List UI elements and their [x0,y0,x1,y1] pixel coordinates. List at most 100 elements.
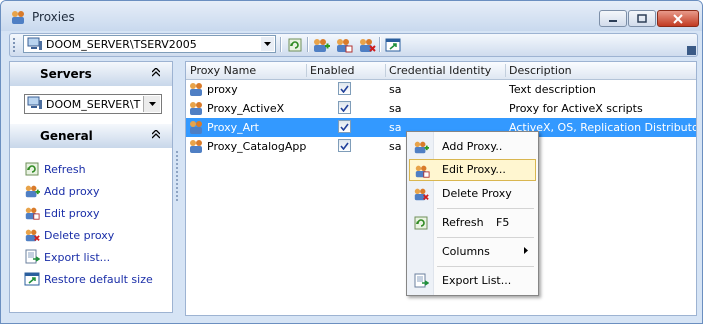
menu-separator [437,266,534,267]
export-list-icon [414,273,429,288]
context-menu: Add Proxy.. Edit Proxy... Delete Proxy R… [406,131,539,296]
column-header-proxy-name[interactable]: Proxy Name [190,64,256,77]
edit-proxy-icon [415,165,430,178]
action-label: Refresh [44,162,86,176]
delete-proxy-icon [360,38,376,52]
general-section-header[interactable]: General [10,124,172,148]
refresh-icon [414,216,428,230]
enabled-checkbox[interactable] [338,120,351,133]
action-label: Edit proxy [44,206,100,220]
window-title: Proxies [32,10,75,24]
column-header-description[interactable]: Description [509,64,572,77]
server-select[interactable]: DOOM_SERVER\T [24,94,162,114]
column-divider[interactable] [505,64,506,77]
restore-size-icon [24,272,40,286]
servers-section-header[interactable]: Servers [10,62,172,86]
delete-proxy-icon [414,188,429,201]
general-header-label: General [40,129,93,143]
enabled-checkbox[interactable] [338,82,351,95]
menu-item-refresh[interactable]: Refresh F5 [409,212,536,234]
menu-item-add-proxy[interactable]: Add Proxy.. [409,136,536,158]
toolbar-delete-proxy-button[interactable] [357,35,377,54]
enabled-checkbox[interactable] [338,101,351,114]
cell-credential-identity: sa [389,140,402,153]
table-row[interactable]: proxy sa Text description [186,80,696,99]
column-header-credential-identity[interactable]: Credential Identity [389,64,491,77]
toolbar-add-proxy-button[interactable] [311,35,331,54]
proxies-app-icon [12,11,24,24]
action-label: Delete proxy [44,228,115,242]
toolbar-edit-proxy-button[interactable] [334,35,354,54]
proxies-window: Proxies DOOM_SERVER\TSERV2005 Servers DO… [0,0,703,324]
table-row[interactable]: Proxy_ActiveX sa Proxy for ActiveX scrip… [186,99,696,118]
action-refresh[interactable]: Refresh [24,160,86,178]
action-delete-proxy[interactable]: Delete proxy [24,226,114,244]
delete-proxy-icon [25,229,40,242]
server-select-dropdown[interactable] [143,96,160,112]
minimize-button[interactable] [599,10,627,27]
collapse-icon[interactable] [152,68,160,77]
servers-header-label: Servers [40,67,92,81]
server-icon [27,96,42,109]
menu-item-delete-proxy[interactable]: Delete Proxy [409,183,536,205]
action-label: Add proxy [44,184,100,198]
column-divider[interactable] [385,64,386,77]
maximize-icon [637,14,647,23]
column-divider[interactable] [306,64,307,77]
add-proxy-icon [414,141,429,154]
toolbar-separator [280,37,282,52]
cell-credential-identity: sa [389,121,402,134]
server-select-value: DOOM_SERVER\T [46,98,141,111]
cell-description: Proxy for ActiveX scripts [509,102,643,115]
toolbar-restore-size-button[interactable] [383,35,403,54]
menu-separator [437,208,534,209]
action-export-list[interactable]: Export list... [24,248,110,266]
pane-splitter[interactable] [176,151,181,201]
edit-proxy-icon [25,207,40,220]
close-button[interactable] [657,10,699,27]
cell-proxy-name: Proxy_CatalogApp [207,140,307,153]
toolbar-grip[interactable] [13,38,18,52]
add-proxy-icon [314,38,330,52]
close-icon [673,13,683,24]
action-edit-proxy[interactable]: Edit proxy [24,204,99,222]
server-combo[interactable]: DOOM_SERVER\TSERV2005 [23,35,276,53]
collapse-icon[interactable] [152,130,160,139]
refresh-icon [25,162,39,176]
action-restore-default-size[interactable]: Restore default size [24,270,153,288]
menu-item-label: Delete Proxy [442,187,512,200]
toolbar-overflow-button[interactable] [687,46,696,55]
refresh-icon [288,38,302,51]
menu-separator [437,237,534,238]
chevron-down-icon [148,102,156,106]
title-bar[interactable]: Proxies [1,1,702,31]
menu-item-label: Refresh [442,216,484,229]
submenu-arrow-icon [524,247,528,254]
menu-item-columns[interactable]: Columns [409,241,536,263]
cell-credential-identity: sa [389,83,402,96]
server-combo-value: DOOM_SERVER\TSERV2005 [46,38,197,51]
grid-header: Proxy Name Enabled Credential Identity D… [186,62,696,80]
cell-proxy-name: proxy [207,83,238,96]
maximize-button[interactable] [628,10,656,27]
add-proxy-icon [25,185,40,198]
restore-size-icon [385,38,401,51]
action-label: Export list... [44,250,111,264]
enabled-checkbox[interactable] [338,139,351,152]
action-add-proxy[interactable]: Add proxy [24,182,99,200]
proxy-icon [190,140,202,153]
menu-item-export-list[interactable]: Export List... [409,270,536,292]
toolbar-refresh-button[interactable] [285,35,305,54]
checkmark-icon [340,142,349,150]
combo-dropdown-button[interactable] [261,37,274,51]
edit-proxy-icon [337,38,353,52]
proxy-icon [190,83,202,96]
menu-item-label: Edit Proxy... [442,163,506,176]
navigation-pane: Servers DOOM_SERVER\T General Refresh Ad… [9,61,173,313]
column-header-enabled[interactable]: Enabled [310,64,354,77]
cell-proxy-name: Proxy_ActiveX [207,102,285,115]
toolbar-separator [379,37,381,52]
menu-item-edit-proxy[interactable]: Edit Proxy... [409,159,536,181]
minimize-icon [609,19,617,22]
proxy-icon [190,121,202,134]
